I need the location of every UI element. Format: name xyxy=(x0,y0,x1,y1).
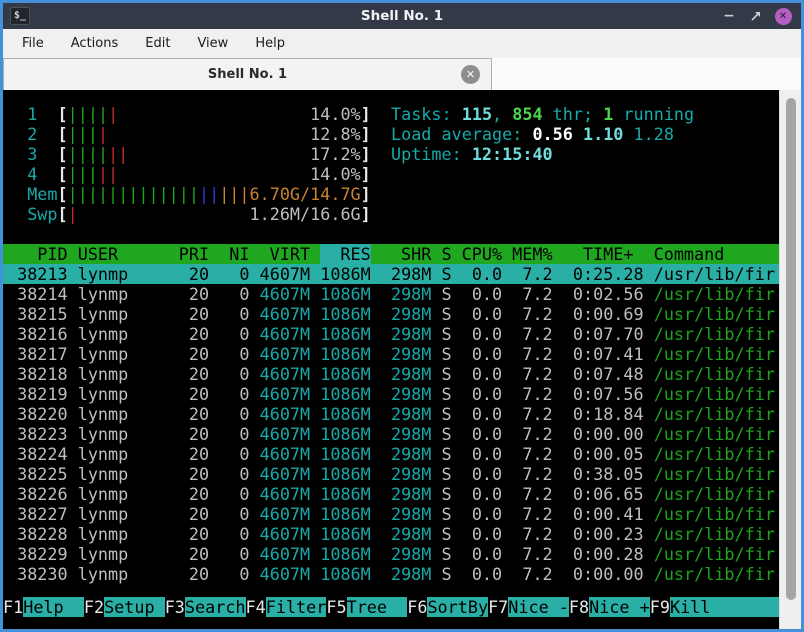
fnkey-f5[interactable]: F5 xyxy=(326,597,346,617)
window-title: Shell No. 1 xyxy=(360,8,444,24)
minimize-icon: − xyxy=(723,8,735,24)
fnkey-f6[interactable]: F6 xyxy=(407,597,427,617)
menu-item-edit[interactable]: Edit xyxy=(145,36,170,51)
process-row[interactable]: 38213 lynmp 20 0 4607M 1086M 298M S 0.0 … xyxy=(3,264,779,284)
process-row[interactable]: 38228 lynmp 20 0 4607M 1086M 298M S 0.0 … xyxy=(3,524,779,544)
fnlabel-f2[interactable]: Setup xyxy=(104,597,165,617)
process-row[interactable]: 38214 lynmp 20 0 4607M 1086M 298M S 0.0 … xyxy=(3,284,779,304)
maximize-button[interactable] xyxy=(747,7,765,25)
process-row[interactable]: 38215 lynmp 20 0 4607M 1086M 298M S 0.0 … xyxy=(3,304,779,324)
menu-item-actions[interactable]: Actions xyxy=(71,36,119,51)
fnbar-filler xyxy=(730,597,779,617)
fnkey-f1[interactable]: F1 xyxy=(3,597,23,617)
minimize-button[interactable]: − xyxy=(720,7,738,25)
process-row[interactable]: 38229 lynmp 20 0 4607M 1086M 298M S 0.0 … xyxy=(3,544,779,564)
menubar: File Actions Edit View Help xyxy=(3,29,801,58)
fnlabel-f4[interactable]: Filter xyxy=(265,597,327,617)
fnlabel-f9[interactable]: Kill xyxy=(669,597,731,617)
process-row[interactable]: 38230 lynmp 20 0 4607M 1086M 298M S 0.0 … xyxy=(3,564,779,584)
scrollbar[interactable] xyxy=(779,90,801,629)
function-key-bar: F1 Help F2 Setup F3 Search F4 Filter F5 Tree F6… xyxy=(3,597,779,617)
fnlabel-f7[interactable]: Nice - xyxy=(508,597,569,617)
meter-line: Swp[| 1.26M/16.6G] xyxy=(7,204,371,224)
meter-line: 3 [|||||| 17.2%] Uptime: 12:15:40 xyxy=(7,144,553,164)
htop-output: 1 [||||| 14.0%] Tasks: 115, 854 thr; 1 r… xyxy=(3,104,779,584)
table-header[interactable]: PID USER PRI NI VIRT RES SHR S CPU% MEM%… xyxy=(3,244,779,264)
fnlabel-f5[interactable]: Tree xyxy=(346,597,408,617)
meter-line: Mem[||||||||||||||||||6.70G/14.7G] xyxy=(7,184,371,204)
process-row[interactable]: 38216 lynmp 20 0 4607M 1086M 298M S 0.0 … xyxy=(3,324,779,344)
fnkey-f4[interactable]: F4 xyxy=(246,597,266,617)
process-row[interactable]: 38224 lynmp 20 0 4607M 1086M 298M S 0.0 … xyxy=(3,444,779,464)
fnlabel-f8[interactable]: Nice + xyxy=(589,597,650,617)
close-button[interactable]: ✕ xyxy=(774,7,792,25)
tabbar: Shell No. 1 ✕ xyxy=(3,58,801,90)
terminal-screen[interactable]: 1 [||||| 14.0%] Tasks: 115, 854 thr; 1 r… xyxy=(3,90,779,629)
fnkey-f8[interactable]: F8 xyxy=(569,597,589,617)
process-row[interactable]: 38220 lynmp 20 0 4607M 1086M 298M S 0.0 … xyxy=(3,404,779,424)
process-row[interactable]: 38218 lynmp 20 0 4607M 1086M 298M S 0.0 … xyxy=(3,364,779,384)
process-row[interactable]: 38225 lynmp 20 0 4607M 1086M 298M S 0.0 … xyxy=(3,464,779,484)
meter-line: 1 [||||| 14.0%] Tasks: 115, 854 thr; 1 r… xyxy=(7,104,695,124)
process-row[interactable]: 38219 lynmp 20 0 4607M 1086M 298M S 0.0 … xyxy=(3,384,779,404)
menu-item-help[interactable]: Help xyxy=(255,36,285,51)
process-row[interactable]: 38223 lynmp 20 0 4607M 1086M 298M S 0.0 … xyxy=(3,424,779,444)
fnkey-f7[interactable]: F7 xyxy=(488,597,508,617)
scrollbar-thumb[interactable] xyxy=(786,98,796,600)
fnkey-f3[interactable]: F3 xyxy=(165,597,185,617)
fnkey-f2[interactable]: F2 xyxy=(84,597,104,617)
process-row[interactable]: 38226 lynmp 20 0 4607M 1086M 298M S 0.0 … xyxy=(3,484,779,504)
maximize-icon xyxy=(751,12,760,21)
meter-line: 2 [|||| 12.8%] Load average: 0.56 1.10 1… xyxy=(7,124,674,144)
terminal-window: $_ Shell No. 1 − ✕ File Actions Edit Vie… xyxy=(0,0,804,632)
process-row[interactable]: 38217 lynmp 20 0 4607M 1086M 298M S 0.0 … xyxy=(3,344,779,364)
fnlabel-f3[interactable]: Search xyxy=(184,597,246,617)
fnlabel-f1[interactable]: Help xyxy=(23,597,84,617)
menu-item-file[interactable]: File xyxy=(22,36,44,51)
meter-line: 4 [||||| 14.0%] xyxy=(7,164,371,184)
tab-shell[interactable]: Shell No. 1 ✕ xyxy=(3,58,492,90)
close-icon: ✕ xyxy=(774,7,792,25)
tab-label: Shell No. 1 xyxy=(207,67,288,82)
titlebar[interactable]: $_ Shell No. 1 − ✕ xyxy=(3,3,801,29)
fnkey-f9[interactable]: F9 xyxy=(650,597,670,617)
menu-item-view[interactable]: View xyxy=(197,36,228,51)
fnlabel-f6[interactable]: SortBy xyxy=(427,597,489,617)
process-row[interactable]: 38227 lynmp 20 0 4607M 1086M 298M S 0.0 … xyxy=(3,504,779,524)
tab-close-button[interactable]: ✕ xyxy=(461,65,480,84)
